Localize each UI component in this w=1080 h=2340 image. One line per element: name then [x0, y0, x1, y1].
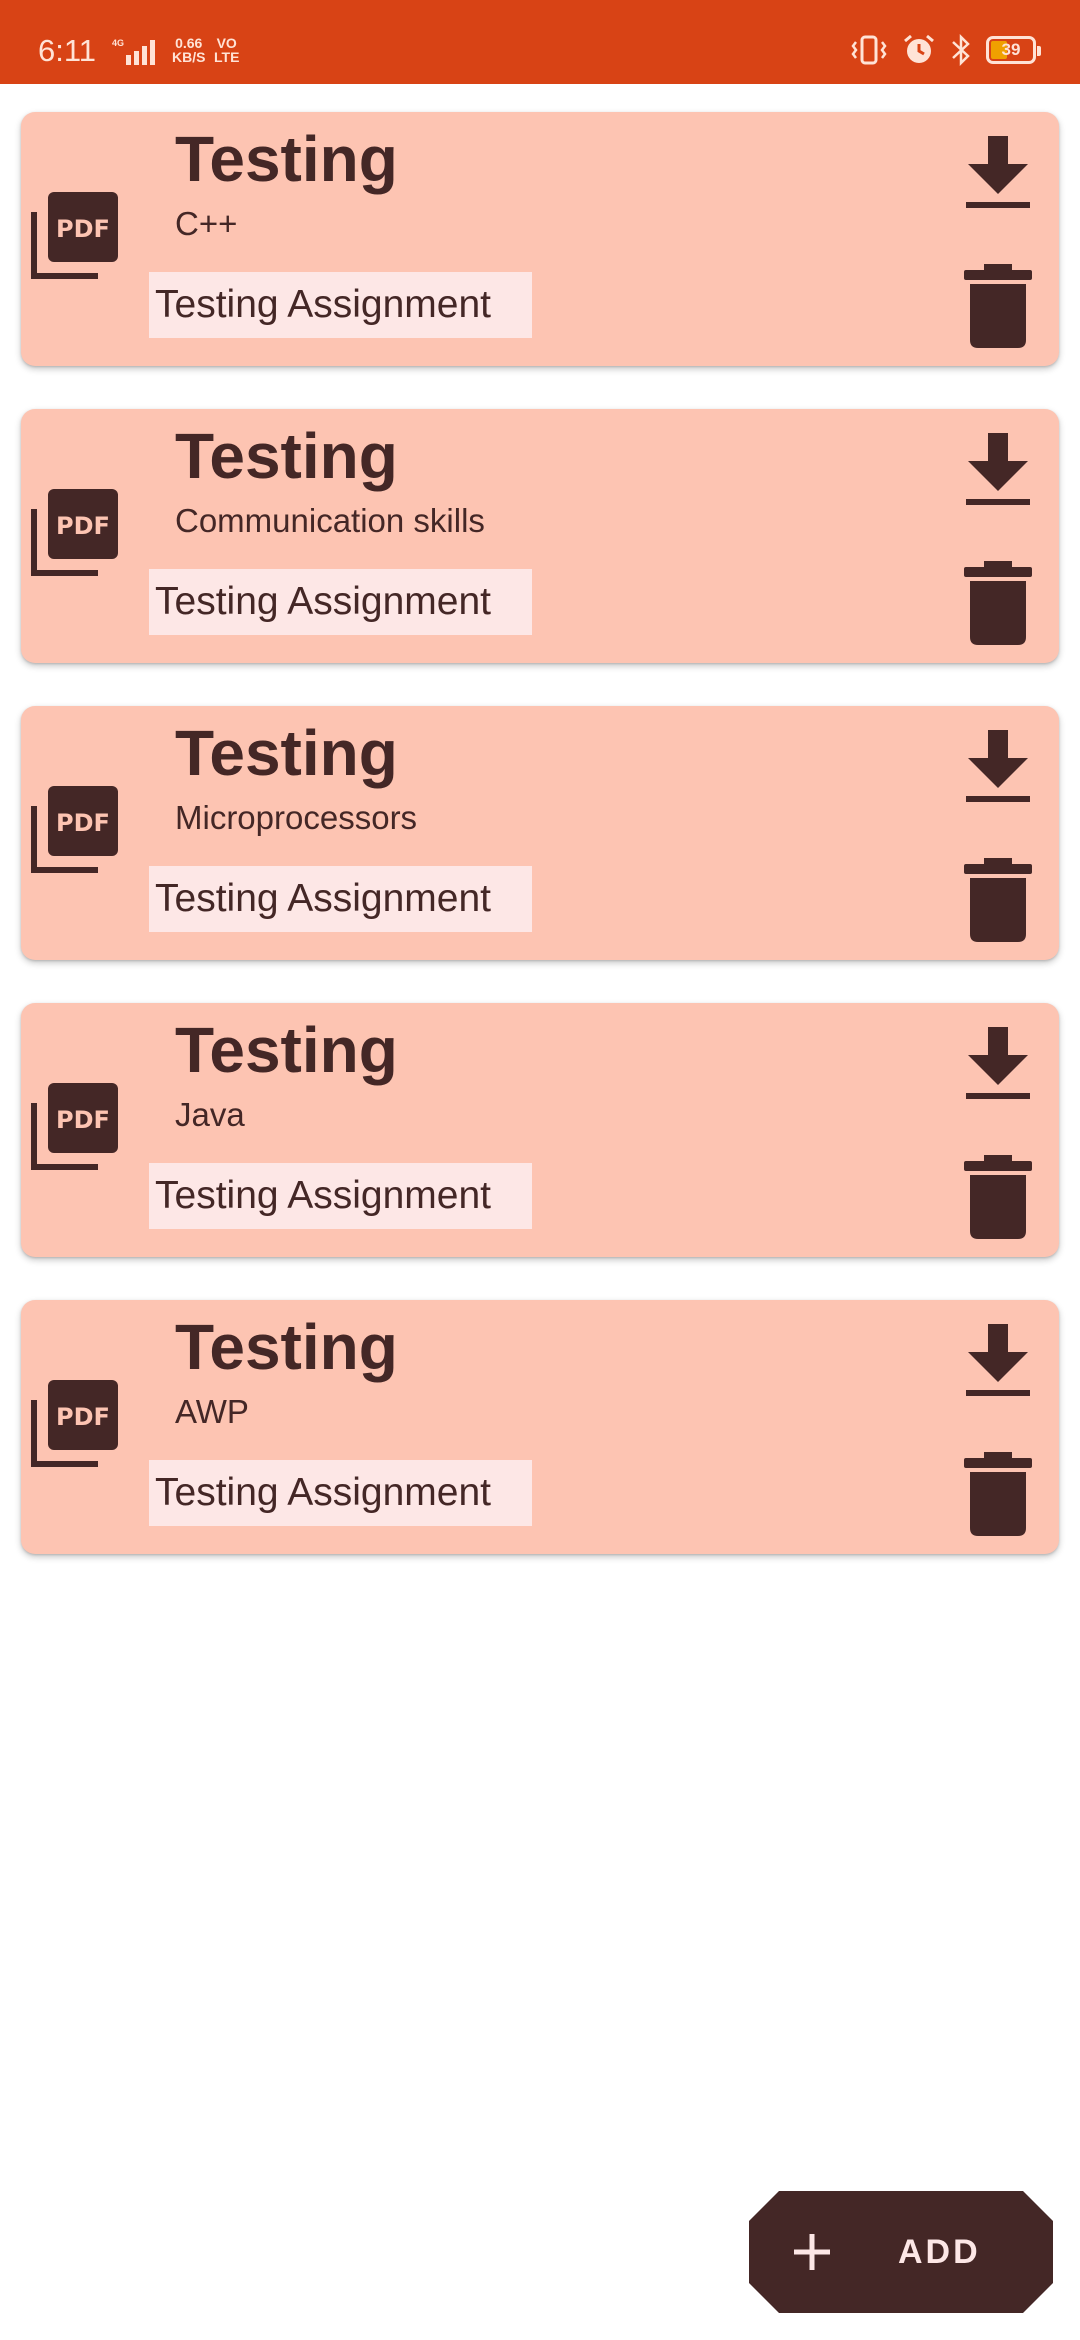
pdf-icon: PDF	[31, 786, 118, 873]
alarm-icon	[904, 34, 934, 63]
signal-icon: 4G	[112, 38, 155, 65]
battery-icon: 39	[986, 36, 1041, 64]
assignment-description: Testing Assignment	[149, 866, 532, 932]
add-button[interactable]: ADD	[749, 2191, 1053, 2313]
vibrate-icon	[851, 35, 887, 65]
assignment-card[interactable]: PDF Testing Java Testing Assignment	[21, 1003, 1059, 1257]
status-icons: 39	[850, 33, 1042, 67]
assignment-subject: AWP	[175, 1393, 249, 1430]
assignment-title: Testing	[175, 717, 398, 789]
network-speed: 0.66 KB/S	[172, 36, 205, 64]
volte-top: VO	[216, 35, 237, 51]
download-icon[interactable]	[960, 134, 1036, 210]
network-type-label: 4G	[112, 38, 124, 48]
assignment-card[interactable]: PDF Testing Microprocessors Testing Assi…	[21, 706, 1059, 960]
plus-icon	[794, 2234, 830, 2270]
trash-icon[interactable]	[960, 1155, 1036, 1239]
pdf-icon: PDF	[31, 1083, 118, 1170]
add-button-label: ADD	[898, 2233, 981, 2271]
app-screen: 6:11 4G 0.66 KB/S VO LTE 39 PDF Testing …	[0, 0, 1080, 2340]
assignment-subject: Communication skills	[175, 502, 485, 539]
bluetooth-icon	[952, 33, 970, 67]
battery-level-text: 39	[1001, 40, 1021, 59]
assignment-title: Testing	[175, 1311, 398, 1383]
volte-indicator: VO LTE	[214, 36, 239, 64]
assignment-subject: Java	[175, 1096, 245, 1133]
network-speed-unit: KB/S	[172, 49, 206, 65]
trash-icon[interactable]	[960, 264, 1036, 348]
pdf-icon-label: PDF	[56, 1106, 110, 1134]
assignment-card[interactable]: PDF Testing C++ Testing Assignment	[21, 112, 1059, 366]
pdf-icon: PDF	[31, 192, 118, 279]
pdf-icon-label: PDF	[56, 1403, 110, 1431]
status-bar: 6:11 4G 0.66 KB/S VO LTE 39	[0, 0, 1080, 84]
assignment-title: Testing	[175, 1014, 398, 1086]
assignment-description: Testing Assignment	[149, 1163, 532, 1229]
assignment-description: Testing Assignment	[149, 272, 532, 338]
status-time: 6:11	[38, 33, 97, 68]
assignment-title: Testing	[175, 123, 398, 195]
download-icon[interactable]	[960, 728, 1036, 804]
assignment-description: Testing Assignment	[149, 1460, 532, 1526]
download-icon[interactable]	[960, 1025, 1036, 1101]
assignment-title: Testing	[175, 420, 398, 492]
trash-icon[interactable]	[960, 1452, 1036, 1536]
pdf-icon-label: PDF	[56, 809, 110, 837]
pdf-icon-label: PDF	[56, 215, 110, 243]
assignment-card[interactable]: PDF Testing AWP Testing Assignment	[21, 1300, 1059, 1554]
network-speed-value: 0.66	[175, 35, 203, 51]
volte-bottom: LTE	[214, 49, 240, 65]
assignment-subject: Microprocessors	[175, 799, 418, 836]
download-icon[interactable]	[960, 1322, 1036, 1398]
download-icon[interactable]	[960, 431, 1036, 507]
pdf-icon: PDF	[31, 1380, 118, 1467]
assignment-card[interactable]: PDF Testing Communication skills Testing…	[21, 409, 1059, 663]
trash-icon[interactable]	[960, 561, 1036, 645]
pdf-icon-label: PDF	[56, 512, 110, 540]
pdf-icon: PDF	[31, 489, 118, 576]
trash-icon[interactable]	[960, 858, 1036, 942]
assignment-subject: C++	[175, 205, 238, 242]
assignment-description: Testing Assignment	[149, 569, 532, 635]
